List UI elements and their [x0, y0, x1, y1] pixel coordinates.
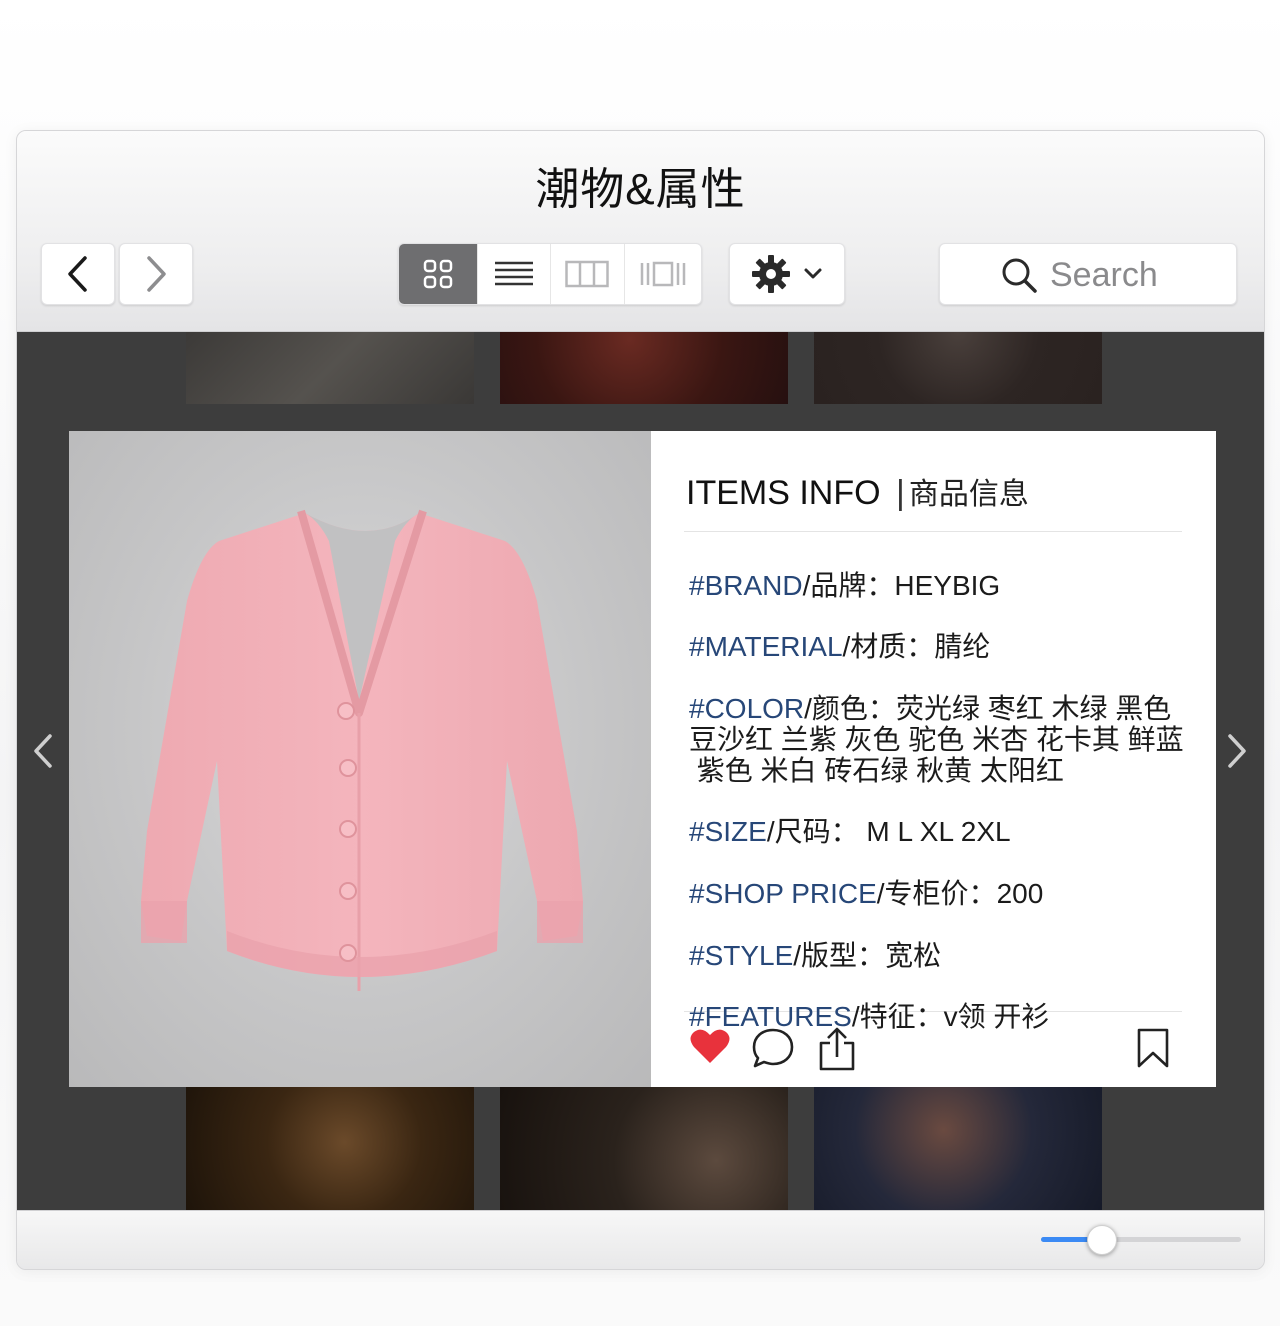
brand-label: /品牌： [802, 570, 895, 601]
comment-icon[interactable] [751, 1027, 795, 1069]
chevron-left-icon [68, 256, 87, 292]
view-mode-selector [398, 243, 702, 305]
style-value: 宽松 [885, 940, 942, 971]
brand-row: #BRAND/品牌：HEYBIG [689, 570, 1000, 601]
previous-item-icon[interactable] [31, 732, 55, 770]
info-header: ITEMS INFO | 商品信息 [686, 469, 1029, 513]
list-view-button[interactable] [478, 244, 551, 304]
brand-value: HEYBIG [894, 570, 1001, 601]
material-label: /材质： [842, 631, 935, 662]
gallery-thumbnail[interactable] [186, 1087, 474, 1210]
bookmark-icon[interactable] [1135, 1027, 1171, 1069]
header-divider: | [896, 474, 905, 512]
color-label: /颜色： [804, 693, 896, 724]
price-row: #SHOP PRICE/专柜价：200 [689, 878, 1043, 909]
gallery-thumbnail[interactable] [814, 1087, 1102, 1210]
cardigan-image [141, 509, 583, 991]
brand-hashtag[interactable]: #BRAND [689, 570, 803, 601]
color-value-line2: 豆沙红 兰紫 灰色 驼色 米杏 花卡其 鲜蓝 [689, 724, 1184, 755]
price-hashtag[interactable]: #SHOP PRICE [689, 878, 877, 909]
divider [684, 531, 1182, 532]
product-photo [69, 431, 651, 1087]
features-label: /特征： [851, 1001, 944, 1032]
app-window: 潮物&属性 Search ITEMS INFO | 商品信息 #BRAND/品牌… [16, 130, 1265, 1270]
color-value: 荧光绿 枣红 木绿 黑色 [895, 693, 1172, 724]
coverflow-view-icon [640, 261, 686, 287]
search-icon [1002, 258, 1037, 293]
column-view-button[interactable] [551, 244, 626, 304]
price-label: /专柜价： [876, 878, 997, 909]
chevron-right-icon [147, 256, 166, 292]
action-menu-button[interactable] [729, 243, 845, 305]
features-value: v领 开衫 [943, 1001, 1050, 1032]
gallery-thumbnail[interactable] [186, 332, 474, 404]
search-placeholder: Search [1050, 256, 1158, 294]
material-value: 腈纶 [934, 631, 991, 662]
color-hashtag[interactable]: #COLOR [689, 693, 804, 724]
zoom-slider[interactable] [1041, 1225, 1241, 1255]
item-info-panel: ITEMS INFO | 商品信息 #BRAND/品牌：HEYBIG #MATER… [651, 431, 1216, 1087]
material-hashtag[interactable]: #MATERIAL [689, 631, 843, 662]
style-label: /版型： [793, 940, 886, 971]
titlebar: 潮物&属性 Search [17, 131, 1264, 332]
back-button[interactable] [41, 243, 115, 305]
next-item-icon[interactable] [1225, 732, 1249, 770]
price-value: 200 [996, 878, 1044, 909]
gallery-thumbnail[interactable] [500, 332, 788, 404]
forward-button[interactable] [119, 243, 193, 305]
gear-icon [752, 255, 790, 293]
search-field[interactable]: Search [939, 243, 1237, 305]
grid-view-button[interactable] [399, 244, 478, 304]
size-label: /尺码： [766, 816, 859, 847]
info-header-en: ITEMS INFO [686, 474, 881, 512]
gallery-thumbnail[interactable] [500, 1087, 788, 1210]
coverflow-view-button[interactable] [625, 244, 701, 304]
item-detail-card: ITEMS INFO | 商品信息 #BRAND/品牌：HEYBIG #MATER… [69, 431, 1216, 1087]
size-value: M L XL 2XL [858, 816, 1011, 847]
features-row: #FEATURES/特征：v领 开衫 [689, 1001, 1049, 1032]
share-icon[interactable] [817, 1027, 857, 1071]
gallery-area: ITEMS INFO | 商品信息 #BRAND/品牌：HEYBIG #MATER… [17, 332, 1264, 1210]
zoom-slider-knob[interactable] [1087, 1225, 1117, 1255]
size-row: #SIZE/尺码： M L XL 2XL [689, 816, 1011, 847]
column-view-icon [565, 260, 610, 288]
color-row: #COLOR/颜色：荧光绿 枣红 木绿 黑色 豆沙红 兰紫 灰色 驼色 米杏 花… [689, 693, 1184, 786]
color-value-line3: 紫色 米白 砖石绿 秋黄 太阳红 [689, 755, 1064, 786]
info-header-zh: 商品信息 [908, 478, 1029, 511]
status-bar [17, 1210, 1264, 1269]
material-row: #MATERIAL/材质：腈纶 [689, 631, 990, 662]
list-view-icon [494, 261, 533, 286]
heart-icon[interactable] [689, 1027, 731, 1065]
window-title: 潮物&属性 [535, 165, 746, 214]
gallery-thumbnail[interactable] [814, 332, 1102, 404]
chevron-down-icon [804, 268, 822, 279]
size-hashtag[interactable]: #SIZE [689, 816, 767, 847]
style-row: #STYLE/版型：宽松 [689, 940, 941, 971]
grid-view-icon [423, 259, 453, 289]
style-hashtag[interactable]: #STYLE [689, 940, 793, 971]
